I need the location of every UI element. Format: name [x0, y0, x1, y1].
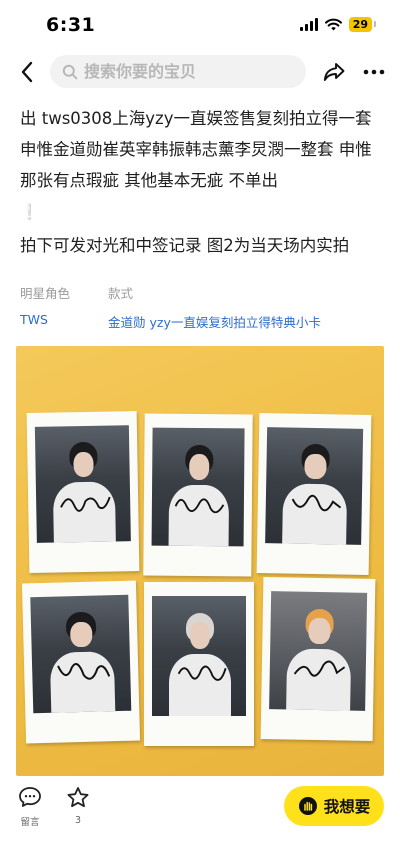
- polaroid-card: [260, 577, 376, 741]
- item-description: 出 tws0308上海yzy一直娱签售复刻拍立得一套 申惟金道勋崔英宰韩振韩志薰…: [20, 103, 388, 263]
- search-input[interactable]: [84, 62, 294, 81]
- star-icon: [67, 787, 89, 808]
- polaroid-image: [269, 591, 368, 711]
- polaroid-card: [144, 582, 254, 746]
- chevron-left-icon: [21, 61, 33, 83]
- status-icons: 29: [299, 17, 377, 32]
- polaroid-image: [151, 427, 245, 547]
- attribute-label: 明星角色: [20, 286, 71, 301]
- favorite-button[interactable]: 3: [62, 786, 94, 826]
- want-button[interactable]: 我想要: [284, 786, 384, 826]
- cellular-signal-icon: [299, 18, 318, 31]
- description-text: 出 tws0308上海yzy一直娱签售复刻拍立得一套 申惟金道勋崔英宰韩振韩志薰…: [20, 109, 372, 190]
- status-bar: 6:31 29: [0, 0, 400, 50]
- chat-bubble-icon: [19, 787, 41, 807]
- attribute-style: 款式 金道勋 yzy一直娱复刻拍立得特典小卡: [108, 283, 321, 331]
- share-arrow-icon: [323, 63, 345, 81]
- polaroid-image: [265, 427, 364, 545]
- polaroid-image: [30, 594, 132, 714]
- magnifier-icon: [62, 64, 78, 79]
- polaroid-image: [152, 596, 246, 716]
- favorite-count: 3: [74, 815, 82, 826]
- more-dots-icon: [363, 69, 385, 75]
- polaroid-card: [21, 580, 141, 744]
- share-button[interactable]: [318, 56, 350, 88]
- wifi-icon: [324, 18, 342, 31]
- more-button[interactable]: [358, 56, 390, 88]
- hand-icon: [298, 797, 317, 815]
- polaroid-card: [143, 413, 253, 577]
- search-box[interactable]: [50, 55, 306, 88]
- bottom-action-bar: 留言 3 我想要: [0, 778, 400, 867]
- comment-label: 留言: [20, 817, 40, 828]
- status-time: 6:31: [46, 14, 96, 36]
- attribute-label: 款式: [108, 286, 134, 301]
- battery-indicator: 29: [348, 17, 377, 32]
- polaroid-image: [34, 425, 131, 543]
- attribute-star-role: 明星角色 TWS: [20, 283, 70, 331]
- description-paragraph: 拍下可发对光和中签记录 图2为当天场内实拍: [20, 236, 350, 255]
- item-attributes: 明星角色 TWS 款式 金道勋 yzy一直娱复刻拍立得特典小卡: [20, 283, 390, 331]
- product-photo[interactable]: [16, 346, 384, 776]
- attribute-value-link[interactable]: 金道勋 yzy一直娱复刻拍立得特典小卡: [108, 312, 321, 331]
- nav-bar: [0, 50, 400, 94]
- polaroid-card: [256, 413, 372, 575]
- polaroid-card: [26, 411, 140, 573]
- exclamation-icon: ❕: [20, 203, 39, 221]
- description-paragraph: 出 tws0308上海yzy一直娱签售复刻拍立得一套 申惟金道勋崔英宰韩振韩志薰…: [20, 103, 388, 228]
- attribute-value-link[interactable]: TWS: [20, 312, 70, 327]
- want-label: 我想要: [323, 798, 371, 816]
- back-button[interactable]: [12, 56, 42, 88]
- comment-button[interactable]: 留言: [14, 786, 46, 828]
